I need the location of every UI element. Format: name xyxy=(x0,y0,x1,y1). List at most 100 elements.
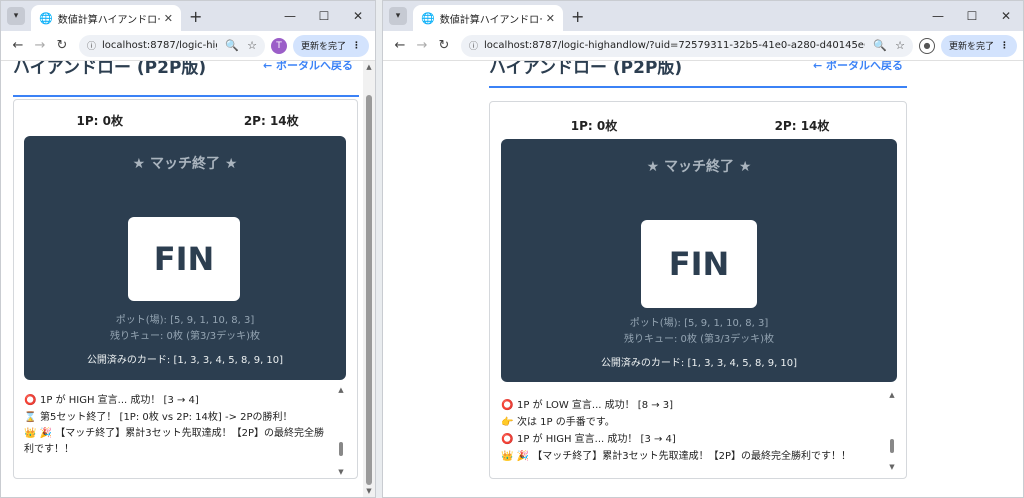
remaining-text: 残りキュー: 0枚 (第3/3デッキ)枚 xyxy=(110,331,260,342)
minimize-icon[interactable]: — xyxy=(921,9,955,23)
match-end-title: ★ マッチ終了 ★ xyxy=(646,159,752,175)
score-2p: 2P: 14枚 xyxy=(243,114,299,128)
divider xyxy=(489,86,907,88)
page-title: ハイアンドロー (P2P版) xyxy=(489,61,683,78)
game-board: ★ マッチ終了 ★ FIN ポット(場): [5, 9, 1, 10, 8, 3… xyxy=(24,136,346,380)
menu-icon[interactable]: ⋮ xyxy=(352,41,361,51)
scroll-up-icon[interactable]: ▲ xyxy=(336,386,346,394)
scroll-down-icon[interactable]: ▼ xyxy=(887,463,897,471)
log-line: ⭕ 1P が HIGH 宣言... 成功！ [3 → 4] xyxy=(501,431,897,448)
zoom-icon[interactable]: 🔍 xyxy=(225,39,239,52)
scroll-down-icon[interactable]: ▼ xyxy=(336,468,346,476)
scroll-down-icon[interactable]: ▼ xyxy=(363,487,375,495)
back-icon[interactable]: ← xyxy=(389,38,411,53)
log-scrollbar[interactable]: ▲ ▼ xyxy=(336,386,346,476)
game-card: 1P: 0枚 2P: 14枚 ★ マッチ終了 ★ FIN ポット(場): [5,… xyxy=(489,101,907,479)
close-icon[interactable]: ✕ xyxy=(164,12,173,25)
score-row: 1P: 0枚 2P: 14枚 xyxy=(490,117,906,134)
toolbar: ← → ↻ ⓘ localhost:8787/logic-high... 🔍 ☆… xyxy=(1,31,375,61)
new-tab-icon[interactable]: + xyxy=(571,7,584,26)
fin-card: FIN xyxy=(641,220,757,308)
log-scroll-thumb[interactable] xyxy=(890,439,894,453)
close-window-icon[interactable]: ✕ xyxy=(341,9,375,23)
close-icon[interactable]: ✕ xyxy=(546,12,555,25)
update-label: 更新を完了 xyxy=(948,42,994,52)
portal-link[interactable]: ← ポータルへ戻る xyxy=(263,61,353,73)
log-icon: ⭕ xyxy=(501,400,514,411)
address-bar[interactable]: ⓘ localhost:8787/logic-highandlow/?uid=7… xyxy=(461,34,913,57)
game-log[interactable]: · ⭕ 1P が HIGH 宣言... 成功！ [3 → 4] ⌛ 第5セット終了！… xyxy=(24,386,346,476)
score-row: 1P: 0枚 2P: 14枚 xyxy=(14,112,357,129)
log-line: 👉 次は 1P の手番です。 xyxy=(501,414,897,431)
profile-icon[interactable]: ● xyxy=(918,37,935,54)
browser-window-left: ▾ 🌐 数値計算ハイアンドロー | TUKUMO ✕ + — ☐ ✕ ← → ↻… xyxy=(0,0,376,498)
page-scrollbar[interactable]: ▲ ▼ xyxy=(363,61,375,497)
score-1p: 1P: 0枚 xyxy=(76,114,123,128)
close-window-icon[interactable]: ✕ xyxy=(989,9,1023,23)
scroll-up-icon[interactable]: ▲ xyxy=(887,391,897,399)
browser-window-right: ▾ 🌐 数値計算ハイアンドロー | TUKUMO ✕ + — ☐ ✕ ← → ↻… xyxy=(382,0,1024,498)
forward-icon[interactable]: → xyxy=(411,38,433,53)
score-2p: 2P: 14枚 xyxy=(774,119,830,133)
back-icon[interactable]: ← xyxy=(7,38,29,53)
tab-switch-icon[interactable]: ▾ xyxy=(7,7,25,25)
toolbar: ← → ↻ ⓘ localhost:8787/logic-highandlow/… xyxy=(383,31,1023,61)
log-icon: ⭕ xyxy=(24,395,37,406)
update-button[interactable]: 更新を完了 ⋮ xyxy=(940,34,1017,57)
title-bar: ▾ 🌐 数値計算ハイアンドロー | TUKUMO ✕ + — ☐ ✕ xyxy=(1,1,375,31)
url-text: localhost:8787/logic-high... xyxy=(102,40,217,51)
site-info-icon[interactable]: ⓘ xyxy=(469,39,478,52)
public-cards-text: 公開済みのカード: [1, 3, 3, 4, 5, 8, 9, 10] xyxy=(86,355,284,366)
star-icon[interactable]: ☆ xyxy=(895,39,905,52)
pot-text: ポット(場): [5, 9, 1, 10, 8, 3] xyxy=(115,315,255,326)
scroll-up-icon[interactable]: ▲ xyxy=(363,63,375,71)
star-icon[interactable]: ☆ xyxy=(247,39,257,52)
game-log[interactable]: · ⭕ 1P が LOW 宣言... 成功！ [8 → 3] 👉 次は 1P の手番… xyxy=(501,391,897,471)
site-info-icon[interactable]: ⓘ xyxy=(87,39,96,52)
log-icon: 👑 🎉 xyxy=(501,451,530,462)
log-icon: ⌛ xyxy=(24,412,37,423)
title-bar: ▾ 🌐 数値計算ハイアンドロー | TUKUMO ✕ + — ☐ ✕ xyxy=(383,1,1023,31)
maximize-icon[interactable]: ☐ xyxy=(955,9,989,23)
reload-icon[interactable]: ↻ xyxy=(433,38,455,53)
zoom-icon[interactable]: 🔍 xyxy=(873,39,887,52)
score-1p: 1P: 0枚 xyxy=(570,119,618,133)
log-scroll-thumb[interactable] xyxy=(339,442,343,456)
game-card: 1P: 0枚 2P: 14枚 ★ マッチ終了 ★ FIN ポット(場): [5,… xyxy=(13,99,358,479)
new-tab-icon[interactable]: + xyxy=(189,7,202,26)
remaining-text: 残りキュー: 0枚 (第3/3デッキ)枚 xyxy=(624,334,774,345)
page-title: ハイアンドロー (P2P版) xyxy=(13,61,207,78)
window-controls: — ☐ ✕ xyxy=(273,1,375,31)
log-icon: ⭕ xyxy=(501,434,514,445)
menu-icon[interactable]: ⋮ xyxy=(1000,41,1009,51)
address-bar[interactable]: ⓘ localhost:8787/logic-high... 🔍 ☆ xyxy=(79,34,265,57)
log-line: ⭕ 1P が LOW 宣言... 成功！ [8 → 3] xyxy=(501,397,897,414)
update-label: 更新を完了 xyxy=(300,42,346,52)
log-line: 👑 🎉 【マッチ終了】累計3セット先取達成！【2P】の最終完全勝利です！！ xyxy=(501,451,852,462)
tab-switch-icon[interactable]: ▾ xyxy=(389,7,407,25)
page-content: ハイアンドロー (P2P版) ← ポータルへ戻る 1P: 0枚 2P: 14枚 … xyxy=(383,61,1023,497)
log-icon: 👑 🎉 xyxy=(24,428,53,439)
browser-tab[interactable]: 🌐 数値計算ハイアンドロー | TUKUMO ✕ xyxy=(31,5,181,31)
tab-title: 数値計算ハイアンドロー | TUKUMO xyxy=(57,14,160,26)
minimize-icon[interactable]: — xyxy=(273,9,307,23)
avatar[interactable]: T xyxy=(270,37,287,54)
game-board: ★ マッチ終了 ★ FIN ポット(場): [5, 9, 1, 10, 8, 3… xyxy=(501,139,897,382)
fin-card: FIN xyxy=(128,217,240,301)
browser-tab[interactable]: 🌐 数値計算ハイアンドロー | TUKUMO ✕ xyxy=(413,5,563,31)
page-scroll-thumb[interactable] xyxy=(366,95,372,485)
window-controls: — ☐ ✕ xyxy=(921,1,1023,31)
forward-icon[interactable]: → xyxy=(29,38,51,53)
globe-icon: 🌐 xyxy=(421,11,435,25)
log-scrollbar[interactable]: ▲ ▼ xyxy=(887,391,897,471)
page-content: ハイアンドロー (P2P版) ← ポータルへ戻る 1P: 0枚 2P: 14枚 … xyxy=(1,61,375,497)
portal-link[interactable]: ← ポータルへ戻る xyxy=(813,61,903,73)
match-end-title: ★ マッチ終了 ★ xyxy=(132,156,238,172)
update-button[interactable]: 更新を完了 ⋮ xyxy=(292,34,369,57)
url-text: localhost:8787/logic-highandlow/?uid=725… xyxy=(484,40,865,51)
reload-icon[interactable]: ↻ xyxy=(51,38,73,53)
divider xyxy=(13,95,359,97)
log-line: ⌛ 第5セット終了！ [1P: 0枚 vs 2P: 14枚] -> 2Pの勝利！ xyxy=(24,409,346,426)
maximize-icon[interactable]: ☐ xyxy=(307,9,341,23)
log-line: ⭕ 1P が HIGH 宣言... 成功！ [3 → 4] xyxy=(24,392,346,409)
